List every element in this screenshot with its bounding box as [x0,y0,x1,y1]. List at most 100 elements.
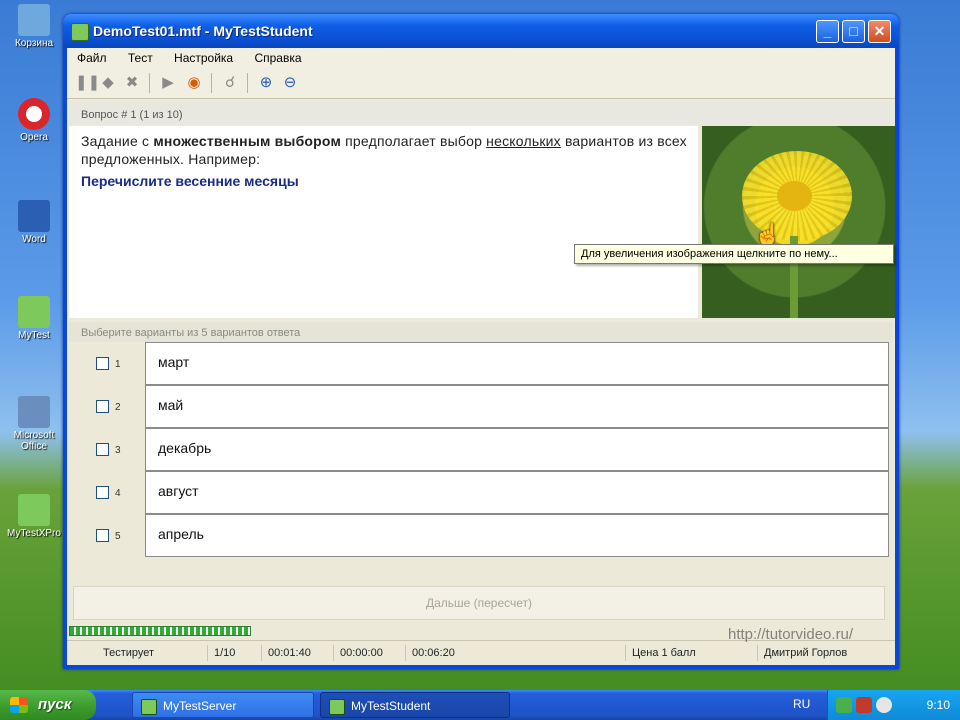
taskbar-item-myteststudent[interactable]: MyTestStudent [320,692,510,718]
desktop-icon-label: Word [22,234,46,245]
taskbar: пуск MyTestServer MyTestStudent RU 9:10 [0,690,960,720]
play-icon[interactable]: ▶ [159,74,177,92]
answer-text[interactable]: декабрь [145,428,889,471]
test-progress-bar [69,626,251,636]
zoom-in-icon[interactable]: ⊕ [257,74,275,92]
mytestxpro-icon [18,494,50,526]
toolbar-separator [247,73,248,93]
answer-text[interactable]: апрель [145,514,889,557]
status-mode: Тестирует [103,647,155,659]
desktop-icon-office[interactable]: Microsoft Office [2,396,66,452]
opera-icon [18,98,50,130]
window-title: DemoTest01.mtf - MyTestStudent [93,23,313,39]
office-icon [18,396,50,428]
answer-text[interactable]: март [145,342,889,385]
question-header: Вопрос # 1 (1 из 10) [69,102,893,124]
status-time-left: 00:06:20 [405,645,455,661]
clock[interactable]: 9:10 [927,698,950,712]
answer-text[interactable]: август [145,471,889,514]
app-icon [71,23,89,41]
answer-checkbox[interactable] [96,486,109,499]
status-time-question: 00:00:00 [333,645,383,661]
answer-checkbox[interactable] [96,443,109,456]
question-task: Перечислите весенние месяцы [81,173,299,189]
security-icon[interactable] [856,697,872,713]
antivirus-icon[interactable] [876,697,892,713]
close-button[interactable]: ✕ [868,20,891,43]
mytest-student-icon [329,699,345,715]
answer-row[interactable]: 4 август [69,471,895,514]
menu-file[interactable]: Файл [67,48,115,65]
answer-row[interactable]: 2 май [69,385,895,428]
answer-number: 1 [115,359,121,370]
answer-number: 5 [115,531,121,542]
status-score: Цена 1 балл [625,645,742,661]
answer-checkbox[interactable] [96,357,109,370]
pause-icon[interactable]: ❚❚ [75,74,100,92]
answers-list: 1 март 2 май 3 декабрь 4 август 5 апрель [69,342,893,574]
network-icon[interactable] [836,697,852,713]
mytest-student-window: DemoTest01.mtf - MyTestStudent _ □ ✕ Фай… [63,14,899,669]
start-button[interactable]: пуск [0,690,96,720]
desktop-icon-label: MyTest [18,330,50,341]
window-client-area: Файл Тест Настройка Справка ❚❚ ◆ ✖ ▶ ◉ ☌… [67,48,895,665]
answer-row[interactable]: 5 апрель [69,514,895,557]
answer-number: 3 [115,445,121,456]
taskbar-item-label: MyTestServer [163,699,237,713]
desktop-icon-label: Opera [20,132,48,143]
answers-header: Выберите варианты из 5 вариантов ответа [69,322,893,342]
dandelion-center [777,181,812,211]
menu-help[interactable]: Справка [244,48,309,65]
watermark: http://tutorvideo.ru/ [728,626,854,643]
answer-row[interactable]: 1 март [69,342,895,385]
toolbar-separator [211,73,212,93]
desktop-icon-mytestxpro[interactable]: MyTestXPro [2,494,66,539]
question-text-bold: множественным выбором [153,133,342,149]
zoom-out-icon[interactable]: ⊖ [281,74,299,92]
toolbar-separator [149,73,150,93]
hint-icon[interactable]: ☌ [221,74,239,92]
answer-row[interactable]: 3 декабрь [69,428,895,471]
word-icon [18,200,50,232]
tools-icon[interactable]: ✖ [123,74,141,92]
menu-settings[interactable]: Настройка [164,48,241,65]
answer-number: 2 [115,402,121,413]
menu-bar: Файл Тест Настройка Справка [67,48,895,68]
question-text: Задание с множественным выбором предпола… [81,132,687,168]
windows-logo-icon [10,697,28,713]
answer-checkbox[interactable] [96,400,109,413]
answer-number: 4 [115,488,121,499]
question-text-part: предполагает выбор [341,133,487,149]
question-text-part: Задание с [81,133,154,149]
answer-checkbox[interactable] [96,529,109,542]
status-counter: 1/10 [207,645,235,661]
menu-test[interactable]: Тест [118,48,161,65]
desktop-icon-label: MyTestXPro [7,528,61,539]
language-indicator[interactable]: RU [793,697,810,711]
recycle-bin-icon [18,4,50,36]
record-icon[interactable]: ◉ [185,74,203,92]
stop-icon[interactable]: ◆ [99,74,117,92]
desktop-icon-recycle-bin[interactable]: Корзина [2,4,66,49]
minimize-button[interactable]: _ [816,20,839,43]
next-button[interactable]: Дальше (пересчет) [73,586,885,620]
question-text-underline: нескольких [486,133,561,149]
system-tray: 9:10 [827,690,960,720]
status-time-total: 00:01:40 [261,645,311,661]
question-image[interactable]: ☝ [702,126,895,318]
desktop-icon-mytest[interactable]: MyTest [2,296,66,341]
window-titlebar[interactable]: DemoTest01.mtf - MyTestStudent _ □ ✕ [63,14,899,48]
mytest-icon [18,296,50,328]
toolbar: ❚❚ ◆ ✖ ▶ ◉ ☌ ⊕ ⊖ [67,68,895,99]
answer-text[interactable]: май [145,385,889,428]
desktop-icon-label: Корзина [14,38,54,49]
taskbar-item-mytestserver[interactable]: MyTestServer [132,692,314,718]
desktop-icon-label: Microsoft Office [13,430,55,452]
desktop-icon-opera[interactable]: Opera [2,98,66,143]
maximize-button[interactable]: □ [842,20,865,43]
status-user: Дмитрий Горлов [757,645,894,661]
desktop-icon-word[interactable]: Word [2,200,66,245]
taskbar-item-label: MyTestStudent [351,699,431,713]
start-label: пуск [38,696,72,713]
next-button-bar: Дальше (пересчет) [69,584,893,622]
